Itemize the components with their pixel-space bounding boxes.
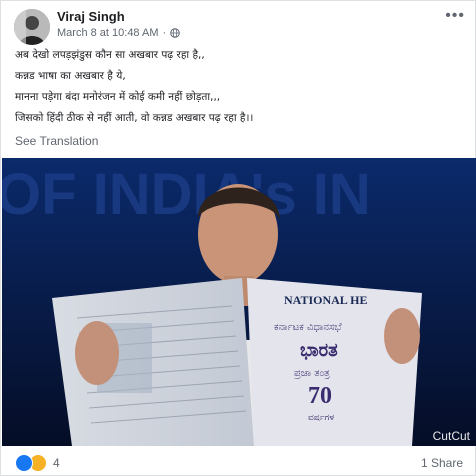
post-meta: March 8 at 10:48 AM · [57,27,180,39]
post-footer: 4 1 Share [1,448,476,476]
reaction-summary[interactable]: 4 [15,454,60,472]
globe-icon [170,28,180,38]
post-photo[interactable]: OF INDIA's IN NATIONAL HE ಕರ್ನಾಟಕ ವಿಧಾನಸ… [2,158,476,446]
meta-separator: · [162,27,167,39]
photo-illustration: OF INDIA's IN NATIONAL HE ಕರ್ನಾಟಕ ವಿಧಾನಸ… [2,158,476,446]
newspaper-masthead: NATIONAL HE [284,293,367,307]
share-count[interactable]: 1 Share [421,456,463,470]
post-timestamp[interactable]: March 8 at 10:48 AM [57,27,159,39]
avatar[interactable] [14,9,50,45]
reaction-count: 4 [53,456,60,470]
caption-line: अब देखो लपड़झंडुस कौन सा अखबार पढ़ रहा ह… [15,49,205,61]
facebook-post: Viraj Singh March 8 at 10:48 AM · ••• अब… [0,0,476,476]
caption-line: जिसको हिंदी ठीक से नहीं आती, वो कन्नड अख… [15,112,254,124]
newspaper-kannada-line: ವರ್ಷಗಳ [308,413,334,423]
post-caption: अब देखो लपड़झंडुस कौन सा अखबार पढ़ रहा ह… [15,45,465,129]
avatar-image [14,9,50,45]
ellipsis-icon[interactable]: ••• [445,8,465,24]
newspaper-kannada-line: ಕರ್ನಾಟಕ ವಿಧಾನಸಭೆ [274,322,342,333]
newspaper-number: 70 [308,383,332,409]
newspaper-kannada-line: ಪ್ರಜಾ ತಂತ್ರ [293,368,330,379]
see-translation-link[interactable]: See Translation [15,134,98,148]
caption-line: मानना पड़ेगा बंदा मनोरंजन में कोई कमी नह… [15,91,221,103]
author-name[interactable]: Viraj Singh [57,9,125,24]
newspaper-kannada-title: ಭಾರತ [300,340,338,361]
caption-line: कन्नड भाषा का अखबार है ये, [15,70,126,82]
like-icon [15,454,33,472]
cutcut-watermark: CutCut [433,429,471,443]
backdrop-text: OF INDIA's IN [2,162,371,227]
